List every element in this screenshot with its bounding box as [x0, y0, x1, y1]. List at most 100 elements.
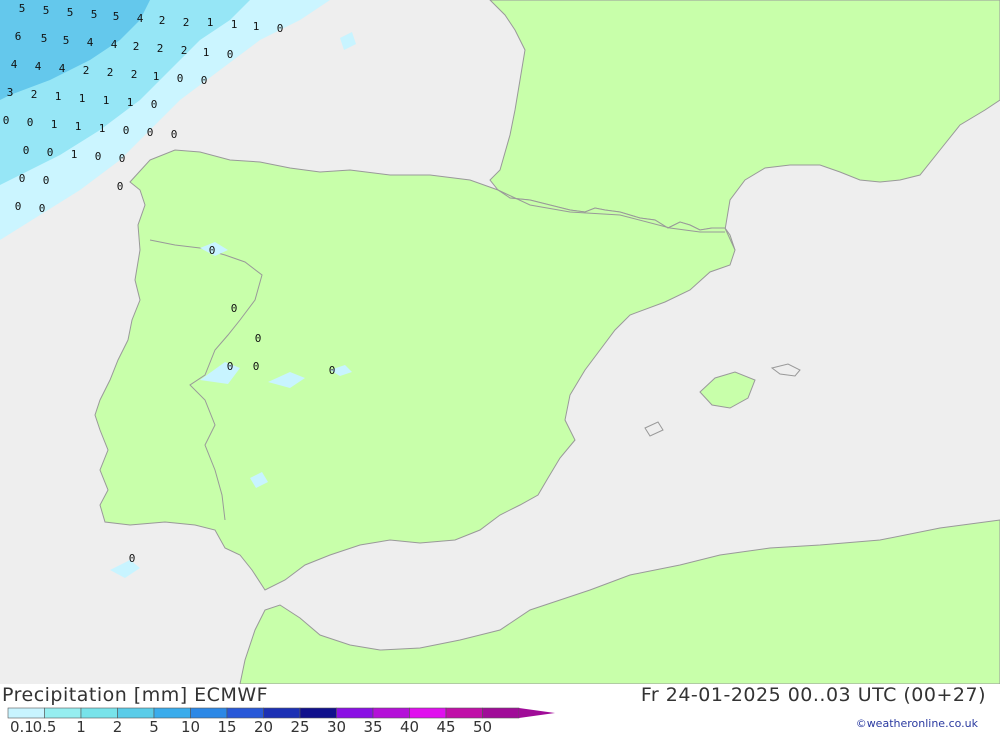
precip-value: 5: [91, 8, 98, 21]
precip-value: 1: [253, 20, 260, 33]
legend-label: 45: [436, 718, 455, 733]
map-canvas: 5 5 5 5 5 4 2 2 1 1 1 0 6 5 5 4 4 2 2 2 1 0 4 4 4 2 2 2 1 0 0 3 2 1 1 1 1 0 0 0…: [0, 0, 1000, 684]
color-legend: 0.10.5 1 2 5 10 15 20 25 30 35 40 45 50: [7, 707, 555, 733]
legend-label: 35: [363, 718, 382, 733]
legend-label: 2: [113, 718, 123, 733]
precip-value: 0: [329, 364, 336, 377]
precip-value: 1: [75, 120, 82, 133]
precip-value: 1: [127, 96, 134, 109]
precip-value: 1: [51, 118, 58, 131]
footer-bar: Precipitation [mm] ECMWF Fr 24-01-2025 0…: [0, 684, 1000, 733]
legend-label: 50: [473, 718, 492, 733]
legend-swatch: [263, 707, 301, 719]
precip-value: 0: [231, 302, 238, 315]
legend-label: 5: [149, 718, 159, 733]
precip-value: 5: [67, 6, 74, 19]
legend-swatch: [372, 707, 410, 719]
precip-value: 2: [157, 42, 164, 55]
precip-value: 0: [129, 552, 136, 565]
legend-swatch: [445, 707, 483, 719]
legend-swatch: [190, 707, 228, 719]
precip-value: 0: [147, 126, 154, 139]
land-ibiza: [644, 421, 664, 437]
precip-value: 0: [43, 174, 50, 187]
precip-value: 0: [27, 116, 34, 129]
land-mallorca: [699, 371, 756, 409]
precip-value: 4: [11, 58, 18, 71]
precip-value: 0: [3, 114, 10, 127]
legend-label: 40: [400, 718, 419, 733]
precip-value: 2: [83, 64, 90, 77]
precip-value: 0: [39, 202, 46, 215]
precip-value: 0: [151, 98, 158, 111]
precip-value: 0: [201, 74, 208, 87]
legend-label: 25: [290, 718, 309, 733]
land-menorca: [770, 363, 801, 377]
precip-value: 2: [131, 68, 138, 81]
precip-value: 5: [19, 2, 26, 15]
legend-swatch: [226, 707, 264, 719]
legend-arrow: [519, 708, 555, 718]
precip-value: 1: [231, 18, 238, 31]
precip-value: 2: [181, 44, 188, 57]
precip-value: 0: [227, 48, 234, 61]
precip-value: 0: [23, 144, 30, 157]
precip-value: 5: [43, 4, 50, 17]
precip-value: 0: [253, 360, 260, 373]
precipitation-map: 5 5 5 5 5 4 2 2 1 1 1 0 6 5 5 4 4 2 2 2 1 0 4 4 4 2 2 2 1 0 0 3 2 1 1 1 1 0 0 0…: [0, 0, 1000, 684]
legend-label: 1: [76, 718, 86, 733]
precip-value: 0: [277, 22, 284, 35]
credit-link[interactable]: ©weatheronline.co.uk: [856, 717, 978, 730]
legend-label: 30: [327, 718, 346, 733]
precip-value: 0: [123, 124, 130, 137]
precip-value: 1: [55, 90, 62, 103]
precip-value: 0: [19, 172, 26, 185]
legend-swatch: [117, 707, 155, 719]
precip-value: 2: [183, 16, 190, 29]
precip-value: 6: [15, 30, 22, 43]
precip-value: 0: [227, 360, 234, 373]
precip-value: 2: [107, 66, 114, 79]
precip-value: 0: [117, 180, 124, 193]
precip-value: 4: [35, 60, 42, 73]
map-title: Precipitation [mm] ECMWF: [2, 684, 269, 706]
precip-value: 4: [137, 12, 144, 25]
precip-value: 1: [103, 94, 110, 107]
precip-value: 5: [41, 32, 48, 45]
precip-value: 0: [119, 152, 126, 165]
precip-value: 0: [95, 150, 102, 163]
precip-value: 1: [99, 122, 106, 135]
precip-value: 0: [15, 200, 22, 213]
precip-value: 3: [7, 86, 14, 99]
legend-swatch: [482, 707, 520, 719]
precip-value: 0: [47, 146, 54, 159]
precip-value: 1: [153, 70, 160, 83]
legend-swatch: [44, 707, 82, 719]
map-timestamp: Fr 24-01-2025 00..03 UTC (00+27): [640, 684, 986, 706]
precip-value: 1: [203, 46, 210, 59]
legend-swatch: [299, 707, 337, 719]
precip-value: 2: [31, 88, 38, 101]
precip-value: 0: [209, 244, 216, 257]
precip-value: 4: [87, 36, 94, 49]
precip-value: 0: [171, 128, 178, 141]
legend-swatch: [153, 707, 191, 719]
legend-label: 10: [181, 718, 200, 733]
legend-label: 20: [254, 718, 273, 733]
precip-value: 5: [63, 34, 70, 47]
precip-value: 0: [177, 72, 184, 85]
precip-value: 4: [111, 38, 118, 51]
legend-label: 0.5: [33, 718, 57, 733]
legend-swatch: [7, 707, 45, 719]
legend-swatch: [409, 707, 447, 719]
precip-value: 1: [71, 148, 78, 161]
legend-swatch: [336, 707, 374, 719]
precip-value: 2: [159, 14, 166, 27]
precip-value: 1: [79, 92, 86, 105]
precip-patch-6: [110, 560, 140, 578]
legend-label: 0.1: [10, 718, 34, 733]
precip-value: 4: [59, 62, 66, 75]
legend-label: 15: [217, 718, 236, 733]
legend-swatch: [80, 707, 118, 719]
precip-value: 1: [207, 16, 214, 29]
